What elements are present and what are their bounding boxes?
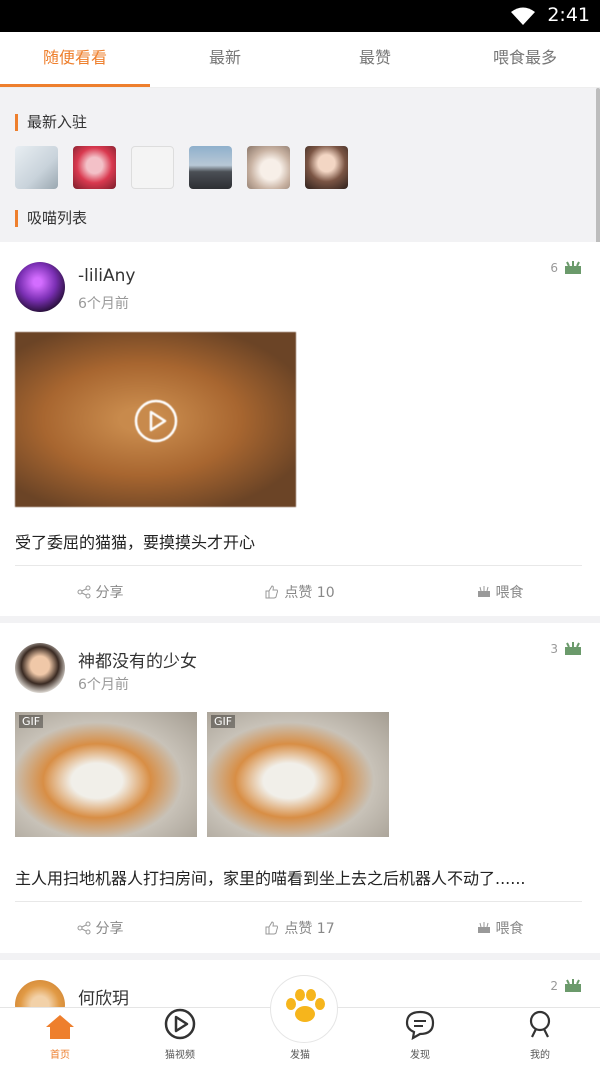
like-button[interactable]: 点赞 10 <box>200 581 400 603</box>
tab-most-liked[interactable]: 最赞 <box>300 32 450 87</box>
user-icon <box>529 1010 551 1038</box>
status-bar: 2:41 <box>0 0 600 32</box>
food-count: 2 <box>550 978 582 994</box>
paw-icon <box>286 989 325 1022</box>
nav-video-label: 猫视频 <box>165 1050 195 1061</box>
newcomers-list <box>15 146 348 189</box>
status-time: 2:41 <box>547 4 590 26</box>
newcomer-avatar[interactable] <box>73 146 116 189</box>
post-caption: 受了委屈的猫猫，要摸摸头才开心 <box>15 533 256 552</box>
top-tab-bar: 随便看看 最新 最赞 喂食最多 <box>0 32 600 88</box>
feed-label: 喂食 <box>495 921 524 937</box>
wifi-icon <box>511 7 535 25</box>
food-bowl-icon <box>477 922 490 933</box>
food-count-value: 6 <box>550 261 558 275</box>
food-count-value: 2 <box>550 979 558 993</box>
food-count-value: 3 <box>550 642 558 656</box>
post-card: -liliAny 6个月前 6 受了委屈的猫猫，要摸摸头才开心 分享 点赞 10… <box>0 242 600 616</box>
tab-most-fed[interactable]: 喂食最多 <box>450 32 600 87</box>
post-username[interactable]: -liliAny <box>78 266 136 286</box>
gif-badge: GIF <box>19 715 44 728</box>
avatar[interactable] <box>15 980 65 1010</box>
home-icon <box>46 1015 74 1039</box>
newcomer-avatar[interactable] <box>189 146 232 189</box>
food-bowl-icon <box>477 586 490 597</box>
newcomer-avatar[interactable] <box>247 146 290 189</box>
nav-mine-label: 我的 <box>530 1050 550 1061</box>
post-username[interactable]: 何欣玥 <box>78 984 129 1009</box>
share-button[interactable]: 分享 <box>0 917 200 939</box>
nav-video[interactable]: 猫视频 <box>120 1008 240 1067</box>
tab-random[interactable]: 随便看看 <box>0 32 150 87</box>
nav-discover-label: 发现 <box>410 1050 430 1061</box>
thumbs-up-icon <box>265 921 279 935</box>
post-gif-image[interactable]: GIF <box>207 712 389 837</box>
feed-button[interactable]: 喂食 <box>400 917 600 939</box>
post-cat-fab[interactable] <box>270 975 338 1043</box>
divider <box>15 565 582 566</box>
share-icon <box>77 585 90 599</box>
newcomers-title: 最新入驻 <box>15 114 87 131</box>
gif-badge: GIF <box>211 715 236 728</box>
scrollbar[interactable] <box>596 88 600 268</box>
post-video[interactable] <box>15 332 296 507</box>
post-time: 6个月前 <box>78 677 129 693</box>
avatar[interactable] <box>15 643 65 693</box>
food-count: 3 <box>550 641 582 657</box>
post-username[interactable]: 神都没有的少女 <box>78 647 197 672</box>
like-label: 点赞 17 <box>284 921 335 937</box>
post-gif-image[interactable]: GIF <box>15 712 197 837</box>
avatar[interactable] <box>15 262 65 312</box>
newcomer-avatar[interactable] <box>15 146 58 189</box>
like-label: 点赞 10 <box>284 585 335 601</box>
food-bowl-icon <box>565 261 581 274</box>
video-icon <box>164 1008 196 1040</box>
post-actions: 分享 点赞 10 喂食 <box>0 581 600 603</box>
nav-mine[interactable]: 我的 <box>480 1008 600 1067</box>
post-time: 6个月前 <box>78 296 129 312</box>
like-button[interactable]: 点赞 17 <box>200 917 400 939</box>
nav-home[interactable]: 首页 <box>0 1008 120 1067</box>
post-caption: 主人用扫地机器人打扫房间，家里的喵看到坐上去之后机器人不动了...... <box>15 869 526 888</box>
food-bowl-icon <box>565 979 581 992</box>
share-label: 分享 <box>95 921 124 937</box>
nav-post-label: 发猫 <box>290 1050 310 1061</box>
newcomer-avatar[interactable] <box>131 146 174 189</box>
share-label: 分享 <box>95 585 124 601</box>
share-icon <box>77 921 90 935</box>
tab-latest[interactable]: 最新 <box>150 32 300 87</box>
play-icon[interactable] <box>133 398 179 444</box>
thumbs-up-icon <box>265 585 279 599</box>
feed-button[interactable]: 喂食 <box>400 581 600 603</box>
divider <box>15 901 582 902</box>
food-count: 6 <box>550 260 582 276</box>
feed-label: 喂食 <box>495 585 524 601</box>
feed-title: 吸喵列表 <box>15 210 87 227</box>
food-bowl-icon <box>565 642 581 655</box>
share-button[interactable]: 分享 <box>0 581 200 603</box>
nav-discover[interactable]: 发现 <box>360 1008 480 1067</box>
newcomer-avatar[interactable] <box>305 146 348 189</box>
post-card: 神都没有的少女 6个月前 3 GIF GIF 主人用扫地机器人打扫房间，家里的喵… <box>0 623 600 953</box>
chat-icon <box>405 1010 435 1040</box>
nav-home-label: 首页 <box>50 1050 70 1061</box>
post-actions: 分享 点赞 17 喂食 <box>0 917 600 939</box>
